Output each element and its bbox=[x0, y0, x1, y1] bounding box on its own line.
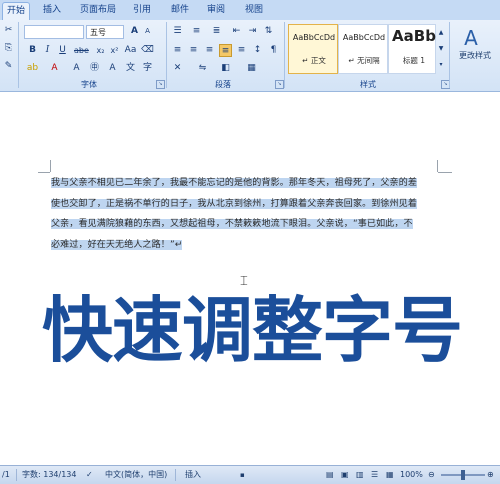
view-full-screen-icon[interactable]: ▣ bbox=[341, 466, 349, 484]
multilevel-list-icon[interactable]: ≣ bbox=[210, 25, 223, 38]
crop-mark bbox=[50, 160, 51, 172]
document-paragraph[interactable]: 我与父亲不相见已二年余了，我最不能忘记的是他的背影。那年冬天，祖母死了，父亲的差… bbox=[51, 173, 439, 255]
zoom-slider-thumb[interactable] bbox=[461, 470, 465, 480]
paragraph-line: 我与父亲不相见已二年余了，我最不能忘记的是他的背影。那年冬天，祖母死了，父亲的差 bbox=[51, 178, 418, 188]
styles-group-label: 样式 bbox=[360, 80, 376, 89]
strikethrough-button[interactable]: abe bbox=[74, 44, 89, 57]
justify-icon[interactable]: ≡ bbox=[219, 44, 232, 57]
tab-view[interactable]: 视图 bbox=[242, 2, 266, 19]
bold-button[interactable]: B bbox=[26, 44, 39, 57]
insert-mode[interactable]: 插入 bbox=[185, 466, 201, 484]
font-name-combo[interactable] bbox=[24, 25, 84, 39]
zoom-level[interactable]: 100% bbox=[400, 466, 423, 484]
cut-icon[interactable]: ✂ bbox=[2, 24, 15, 37]
tab-references[interactable]: 引用 bbox=[130, 2, 154, 19]
align-left-icon[interactable]: ≡ bbox=[171, 44, 184, 57]
numbering-icon[interactable]: ≡ bbox=[190, 25, 203, 38]
font-dialog-launcher-icon[interactable]: ↘ bbox=[156, 80, 165, 89]
paragraph-dialog-launcher-icon[interactable]: ↘ bbox=[275, 80, 284, 89]
page-indicator[interactable]: /1 bbox=[2, 466, 10, 484]
group-separator bbox=[166, 22, 167, 88]
paragraph-line: 必难过，好在天无绝人之路！”↵ bbox=[51, 239, 183, 250]
view-print-layout-icon[interactable]: ▤ bbox=[326, 466, 334, 484]
document-canvas[interactable] bbox=[0, 92, 500, 465]
view-draft-icon[interactable]: ▦ bbox=[386, 466, 394, 484]
increase-indent-icon[interactable]: ⇥ bbox=[246, 25, 259, 38]
ribbon-tab-bar: 开始 插入 页面布局 引用 邮件 审阅 视图 bbox=[0, 0, 500, 21]
style-heading-1-name: 标题 1 bbox=[402, 56, 426, 65]
crop-mark bbox=[38, 172, 50, 173]
align-right-icon[interactable]: ≡ bbox=[203, 44, 216, 57]
chinese-layout-icon[interactable]: ✕ bbox=[171, 62, 184, 75]
highlight-color-icon[interactable]: ab bbox=[26, 62, 39, 75]
italic-button[interactable]: I bbox=[41, 44, 54, 57]
format-painter-icon[interactable]: ✎ bbox=[2, 60, 15, 73]
group-separator bbox=[284, 22, 285, 88]
line-spacing-icon[interactable]: ↕ bbox=[251, 44, 264, 57]
status-separator bbox=[175, 469, 176, 481]
sort-icon[interactable]: ⇅ bbox=[262, 25, 275, 38]
group-separator bbox=[18, 22, 19, 88]
style-normal-sample: AaBbCcDd bbox=[292, 33, 336, 42]
decrease-indent-icon[interactable]: ⇤ bbox=[230, 25, 243, 38]
change-styles-icon[interactable]: A bbox=[458, 26, 484, 50]
align-center-icon[interactable]: ≡ bbox=[187, 44, 200, 57]
enclosed-character-icon[interactable]: ㊥ bbox=[88, 62, 101, 75]
superscript-button[interactable]: x² bbox=[108, 44, 121, 57]
paragraph-group-label: 段落 bbox=[215, 80, 231, 89]
distributed-icon[interactable]: ≡ bbox=[235, 44, 248, 57]
proofing-icon[interactable]: ✓ bbox=[86, 466, 93, 484]
view-outline-icon[interactable]: ☰ bbox=[371, 466, 378, 484]
crop-mark bbox=[438, 172, 452, 173]
char-border-icon[interactable]: A bbox=[106, 62, 119, 75]
style-no-spacing-sample: AaBbCcDd bbox=[342, 33, 386, 42]
change-case-icon[interactable]: Aa bbox=[124, 44, 137, 57]
word-count[interactable]: 字数: 134/134 bbox=[22, 466, 76, 484]
macro-icon[interactable]: ▪ bbox=[240, 466, 245, 484]
phonetic-guide-icon[interactable]: 文 bbox=[124, 62, 137, 75]
tab-mailings[interactable]: 邮件 bbox=[168, 2, 192, 19]
style-normal[interactable]: AaBbCcDd ↵ 正文 bbox=[288, 24, 338, 74]
status-separator bbox=[16, 469, 17, 481]
paragraph-line: 使也交卸了，正是祸不单行的日子，我从北京到徐州，打算跟着父亲奔丧回家。到徐州见着 bbox=[51, 198, 418, 209]
styles-scroll-up-icon[interactable]: ▲ bbox=[437, 26, 445, 39]
styles-scroll-down-icon[interactable]: ▼ bbox=[437, 42, 445, 55]
tab-page-layout[interactable]: 页面布局 bbox=[78, 2, 118, 19]
style-no-spacing-name: ↵ 无间隔 bbox=[348, 56, 380, 65]
copy-icon[interactable]: ⎘ bbox=[2, 42, 15, 55]
paragraph-line: 父亲，看见满院狼藉的东西，又想起祖母，不禁簌簌地流下眼泪。父亲说，“事已如此，不 bbox=[51, 219, 413, 230]
style-heading-1[interactable]: AaBb 标题 1 bbox=[388, 24, 436, 74]
shrink-font-icon[interactable]: A bbox=[141, 25, 154, 38]
text-direction-icon[interactable]: ⇋ bbox=[196, 62, 209, 75]
overlay-title: 快速调整字号 bbox=[41, 289, 463, 372]
show-marks-icon[interactable]: ¶ bbox=[267, 44, 280, 57]
ribbon: ✂ ⎘ ✎ 五号 A A B I U abe x₂ x² Aa ⌫ ab A A… bbox=[0, 20, 500, 92]
subscript-button[interactable]: x₂ bbox=[94, 44, 107, 57]
tab-review[interactable]: 审阅 bbox=[204, 2, 228, 19]
character-shading-icon[interactable]: A bbox=[70, 62, 83, 75]
font-group-label: 字体 bbox=[81, 80, 97, 89]
font-size-combo[interactable]: 五号 bbox=[86, 25, 124, 39]
view-web-icon[interactable]: ▥ bbox=[356, 466, 364, 484]
tab-insert[interactable]: 插入 bbox=[40, 2, 64, 19]
grow-font-icon[interactable]: A bbox=[128, 25, 141, 38]
language-indicator[interactable]: 中文(简体，中国) bbox=[105, 466, 167, 484]
shading-icon[interactable]: ◧ bbox=[219, 62, 232, 75]
crop-mark bbox=[437, 160, 438, 172]
change-styles-button[interactable]: 更改样式 bbox=[450, 50, 500, 61]
font-color-icon[interactable]: A bbox=[48, 62, 61, 75]
style-heading-1-sample: AaBb bbox=[392, 27, 436, 45]
tab-home[interactable]: 开始 bbox=[2, 2, 30, 20]
status-bar: /1 字数: 134/134 ✓ 中文(简体，中国) 插入 ▪ ▤ ▣ ▥ ☰ … bbox=[0, 465, 500, 484]
style-normal-name: ↵ 正文 bbox=[302, 56, 326, 65]
clear-format-icon[interactable]: ⌫ bbox=[141, 44, 154, 57]
borders-icon[interactable]: ▦ bbox=[245, 62, 258, 75]
enclose-characters-icon[interactable]: 字 bbox=[141, 62, 154, 75]
zoom-in-icon[interactable]: ⊕ bbox=[487, 466, 494, 484]
bullets-icon[interactable]: ☰ bbox=[171, 25, 184, 38]
underline-button[interactable]: U bbox=[56, 44, 69, 57]
styles-more-icon[interactable]: ▾ bbox=[437, 58, 445, 71]
zoom-out-icon[interactable]: ⊖ bbox=[428, 466, 435, 484]
style-no-spacing[interactable]: AaBbCcDd ↵ 无间隔 bbox=[338, 24, 388, 74]
